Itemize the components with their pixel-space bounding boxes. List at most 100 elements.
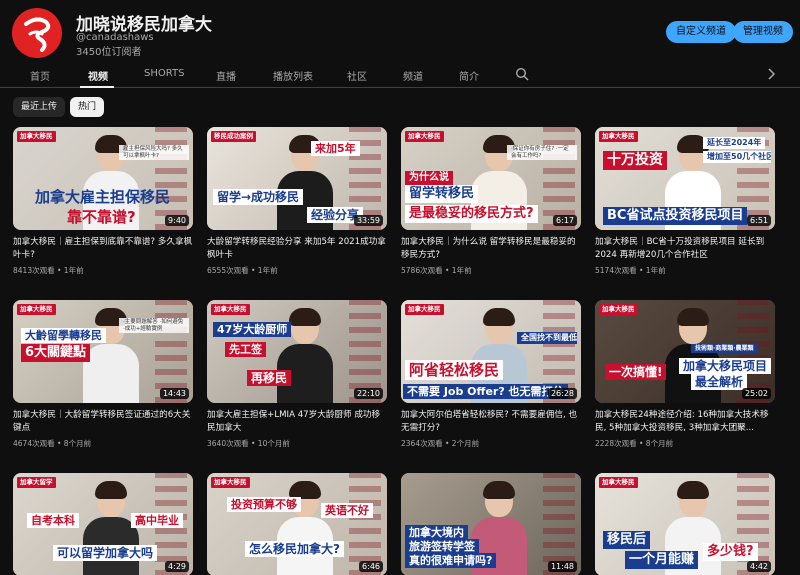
video-title[interactable]: 加拿大移民｜为什么说 留学转移民是最稳妥的移民方式? <box>401 236 581 262</box>
video-card[interactable]: 加拿大留学 自考本科 高中毕业 可以留学加拿大吗 4:29 <box>13 473 193 575</box>
category-badge: 加拿大移民 <box>405 304 444 315</box>
upload-age: 1年前 <box>63 266 84 275</box>
video-duration: 6:17 <box>553 215 577 226</box>
category-badge: 加拿大移民 <box>211 304 250 315</box>
thumbnail-caption: 不需要 Job Offer? 也无需打分 <box>403 384 568 400</box>
filter-chip-popular[interactable]: 热门 <box>70 97 105 117</box>
chevron-right-icon[interactable] <box>765 67 777 81</box>
video-card[interactable]: 加拿大移民 十万投资 延长至2024年 增加至50几个社区 BC省试点投资移民项目 6:5… <box>595 127 775 276</box>
video-thumbnail[interactable]: 加拿大境内 旅游签转学签 真的很难申请吗? 11:48 <box>401 473 581 575</box>
video-title[interactable]: 加拿大阿尔伯塔省轻松移民? 不需要雇佣信, 也无需打分? <box>401 409 581 435</box>
category-badge: 加拿大移民 <box>599 131 638 142</box>
upload-age: 8个月前 <box>63 439 92 448</box>
category-badge: 移民成功案例 <box>211 131 256 142</box>
video-thumbnail[interactable]: 加拿大移民 ·保证你有房子住? ·一定会有工作吗? 为什么说 留学转移民 是最稳妥的移民… <box>401 127 581 230</box>
video-title[interactable]: 加拿大移民｜雇主担保到底靠不靠谱? 多久拿枫叶卡? <box>13 236 193 262</box>
meta-separator: • <box>636 266 646 275</box>
video-thumbnail[interactable]: 加拿大移民 全国找不到最低! 阿省轻松移民 不需要 Job Offer? 也无需打分 2… <box>401 300 581 403</box>
upload-age: 10个月前 <box>257 439 290 448</box>
video-thumbnail[interactable]: 加拿大移民 ·主要問題解答 ·如何避免 ·成功+經驗實例 大齡留學轉移民 6大關鍵點 1… <box>13 300 193 403</box>
thumbnail-caption: 全国找不到最低! <box>517 332 577 344</box>
video-duration: 4:29 <box>165 561 189 572</box>
meta-separator: • <box>54 439 64 448</box>
upload-age: 1年前 <box>257 266 278 275</box>
presenter-hair <box>289 308 321 326</box>
tab-home[interactable]: 首页 <box>30 68 50 83</box>
video-card[interactable]: 加拿大移民 雇主担保风险大吗? 多久可以拿枫叶卡? 加拿大雇主担保移民 靠不靠谱? 9:… <box>13 127 193 276</box>
video-title[interactable]: 加拿大雇主担保+LMIA 47岁大龄厨师 成功移民加拿大 <box>207 409 387 435</box>
video-thumbnail[interactable]: 加拿大移民 十万投资 延长至2024年 增加至50几个社区 BC省试点投资移民项目 6:5… <box>595 127 775 230</box>
video-card[interactable]: 加拿大移民全国找不到最低! 阿省轻松移民不需要 Job Offer? 也无需打分 2… <box>401 300 581 449</box>
video-card[interactable]: 加拿大移民 47岁大龄厨师 先工签 再移民 22:10 加拿大雇主担保+LMIA 47岁大… <box>207 300 387 449</box>
tab-live[interactable]: 直播 <box>216 68 236 83</box>
thumbnail-caption: 先工签 <box>225 342 266 358</box>
video-card[interactable]: 加拿大移民 ·主要問題解答 ·如何避免 ·成功+經驗實例 大齡留學轉移民 6大關鍵點 1… <box>13 300 193 449</box>
video-meta: 2364次观看 • 2个月前 <box>401 438 581 449</box>
thumbnail-caption: 技術類·商業類·農業類 <box>691 344 758 354</box>
video-card[interactable]: 移民成功案例 来加5年 留学→成功移民 经验分享 33:59 大龄留学转移民经验分享 来加… <box>207 127 387 276</box>
video-duration: 9:40 <box>165 215 189 226</box>
view-count: 3640次观看 <box>207 439 249 448</box>
video-card[interactable]: 加拿大移民 投资预算不够 英语不好 怎么移民加拿大? 6:46 <box>207 473 387 575</box>
thumbnail-caption: 留学转移民 <box>405 185 479 203</box>
thumbnail-caption: 十万投资 <box>603 151 667 170</box>
video-card[interactable]: 加拿大移民 移民后 一个月能赚 多少钱? 4:42 <box>595 473 775 575</box>
meta-separator: • <box>248 266 258 275</box>
thumbnail-caption: 可以留学加拿大吗 <box>53 545 158 562</box>
video-thumbnail[interactable]: 加拿大移民 雇主担保风险大吗? 多久可以拿枫叶卡? 加拿大雇主担保移民 靠不靠谱? 9:… <box>13 127 193 230</box>
video-card[interactable]: 加拿大移民 ·保证你有房子住? ·一定会有工作吗? 为什么说 留学转移民 是最稳妥的移民… <box>401 127 581 276</box>
video-thumbnail[interactable]: 移民成功案例 来加5年 留学→成功移民 经验分享 33:59 <box>207 127 387 230</box>
thumbnail-caption: 一次搞懂! <box>605 364 667 381</box>
video-thumbnail[interactable]: 加拿大移民 移民后 一个月能赚 多少钱? 4:42 <box>595 473 775 575</box>
thumbnail-caption: 为什么说 <box>405 171 453 185</box>
video-card[interactable]: 加拿大境内 旅游签转学签 真的很难申请吗? 11:48 <box>401 473 581 575</box>
video-meta: 2228次观看 • 8个月前 <box>595 438 775 449</box>
video-title[interactable]: 加拿大移民24种途径介绍: 16种加拿大技术移民, 5种加拿大投资移民, 3种加… <box>595 409 775 435</box>
video-title[interactable]: 加拿大移民｜大龄留学转移民签证通过的6大关键点 <box>13 409 193 435</box>
video-meta: 5174次观看 • 1年前 <box>595 265 775 276</box>
category-badge: 加拿大移民 <box>211 477 250 488</box>
video-card[interactable]: 加拿大移民 技術類·商業類·農業類 一次搞懂! 加拿大移民项目 最全解析 25:02 加拿大… <box>595 300 775 449</box>
view-count: 4674次观看 <box>13 439 55 448</box>
tab-channels[interactable]: 频道 <box>403 68 423 83</box>
tab-videos[interactable]: 视频 <box>88 68 108 83</box>
thumbnail-note: 雇主担保风险大吗? 多久可以拿枫叶卡? <box>119 145 189 161</box>
meta-separator: • <box>442 439 452 448</box>
video-title[interactable]: 加拿大移民｜BC省十万投资移民项目 延长到2024 再新增20几个合作社区 <box>595 236 775 262</box>
thumbnail-caption: 自考本科 <box>27 513 79 529</box>
thumbnail-caption: 阿省轻松移民 <box>405 360 504 380</box>
thumbnail-caption: 一个月能赚 <box>625 551 699 569</box>
channel-avatar[interactable] <box>12 8 62 58</box>
thumbnail-caption: 高中毕业 <box>131 513 183 529</box>
search-icon[interactable] <box>515 67 529 81</box>
manage-videos-button[interactable]: 管理视频 <box>733 21 793 43</box>
tab-playlists[interactable]: 播放列表 <box>273 68 313 83</box>
thumbnail-decoration <box>349 473 381 575</box>
category-badge: 加拿大移民 <box>17 304 56 315</box>
thumbnail-note: ·主要問題解答 ·如何避免 ·成功+經驗實例 <box>119 318 189 334</box>
video-title[interactable]: 大龄留学转移民经验分享 来加5年 2021成功拿枫叶卡 <box>207 236 387 262</box>
video-thumbnail[interactable]: 加拿大留学 自考本科 高中毕业 可以留学加拿大吗 4:29 <box>13 473 193 575</box>
video-duration: 6:51 <box>747 215 771 226</box>
video-duration: 6:46 <box>359 561 383 572</box>
presenter-hair <box>677 481 709 499</box>
video-meta: 8413次观看 • 1年前 <box>13 265 193 276</box>
upload-age: 2个月前 <box>451 439 480 448</box>
video-thumbnail[interactable]: 加拿大移民 47岁大龄厨师 先工签 再移民 22:10 <box>207 300 387 403</box>
presenter-hair <box>483 481 515 499</box>
meta-separator: • <box>442 266 452 275</box>
customize-channel-button[interactable]: 自定义频道 <box>666 21 736 43</box>
video-duration: 4:42 <box>747 561 771 572</box>
channel-tabs: 首页 视频 SHORTS 直播 播放列表 社区 频道 简介 <box>0 62 800 88</box>
filter-chip-latest[interactable]: 最近上传 <box>13 97 66 117</box>
video-duration: 33:59 <box>353 215 383 226</box>
video-thumbnail[interactable]: 加拿大移民 投资预算不够 英语不好 怎么移民加拿大? 6:46 <box>207 473 387 575</box>
tab-shorts[interactable]: SHORTS <box>144 68 184 79</box>
category-badge: 加拿大移民 <box>405 131 444 142</box>
video-thumbnail[interactable]: 加拿大移民 技術類·商業類·農業類 一次搞懂! 加拿大移民项目 最全解析 25:02 <box>595 300 775 403</box>
tab-about[interactable]: 简介 <box>459 68 479 83</box>
category-badge: 加拿大移民 <box>599 477 638 488</box>
thumbnail-caption: 留学→成功移民 <box>213 189 304 206</box>
channel-handle: @canadashaws <box>76 32 154 43</box>
tab-community[interactable]: 社区 <box>347 68 367 83</box>
